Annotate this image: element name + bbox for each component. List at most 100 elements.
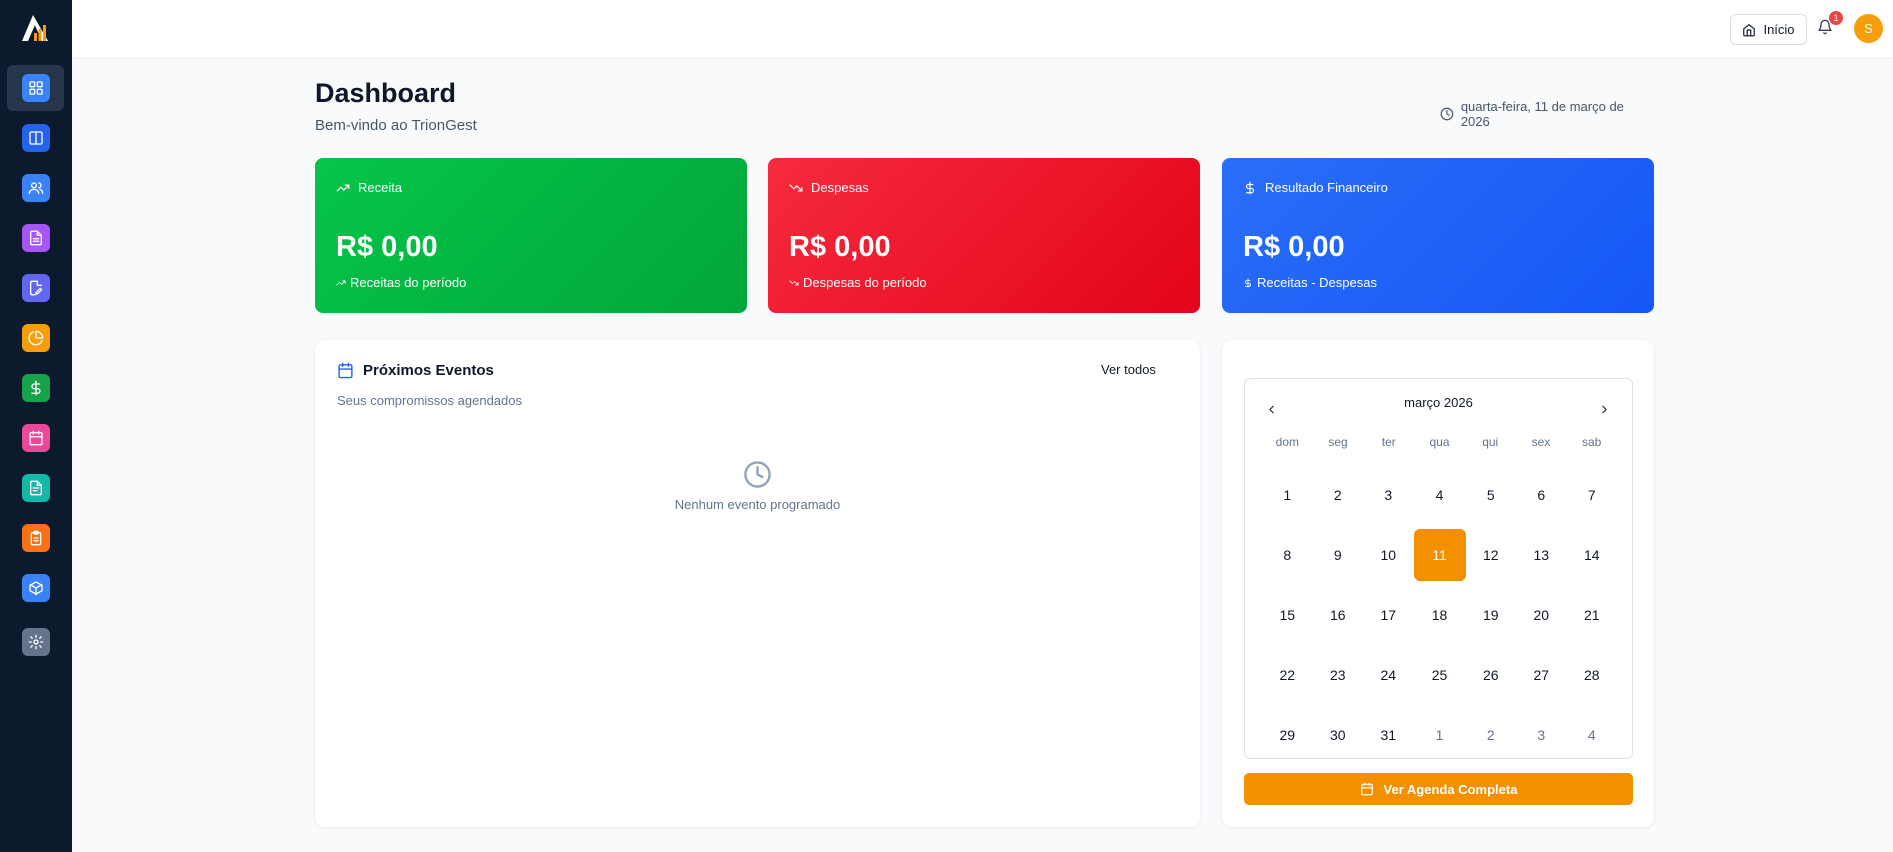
revenue-card: Receita R$ 0,00 Receitas do período bbox=[315, 158, 747, 313]
calendar-day[interactable]: 22 bbox=[1262, 645, 1313, 705]
topbar bbox=[72, 0, 1893, 59]
sidebar bbox=[0, 0, 72, 852]
calendar-day-number: 4 bbox=[1435, 487, 1444, 503]
sidebar-item-tasks[interactable] bbox=[7, 515, 64, 561]
calendar-day-number: 19 bbox=[1482, 607, 1499, 623]
calendar-day-number: 8 bbox=[1283, 547, 1292, 563]
home-icon bbox=[1743, 23, 1756, 36]
next-month-button[interactable] bbox=[1592, 397, 1616, 421]
calendar-day[interactable]: 8 bbox=[1262, 525, 1313, 585]
calendar-day[interactable]: 6 bbox=[1516, 465, 1567, 525]
calendar-icon bbox=[338, 362, 353, 379]
calendar-day[interactable]: 30 bbox=[1313, 705, 1364, 765]
sidebar-item-users[interactable] bbox=[7, 165, 64, 211]
full-agenda-button[interactable]: Ver Agenda Completa bbox=[1244, 773, 1633, 805]
sidebar-item-edit-documents[interactable] bbox=[7, 265, 64, 311]
sidebar-item-products[interactable] bbox=[7, 565, 64, 611]
weekday-label: qui bbox=[1482, 435, 1499, 449]
expenses-card: Despesas R$ 0,00 Despesas do período bbox=[768, 158, 1200, 313]
calendar-day-number: 1 bbox=[1435, 727, 1444, 743]
calendar-day[interactable]: 4 bbox=[1567, 705, 1618, 765]
calendar-day-number: 28 bbox=[1583, 667, 1600, 683]
page-subtitle: Bem-vindo ao TrionGest bbox=[315, 117, 477, 134]
calendar-day-number: 15 bbox=[1279, 607, 1296, 623]
trending-down-small-icon bbox=[789, 280, 799, 285]
result-card: Resultado Financeiro R$ 0,00 Receitas - … bbox=[1222, 158, 1654, 313]
calendar-day-number: 26 bbox=[1482, 667, 1499, 683]
current-date-text: quarta-feira, 11 de março de 2026 bbox=[1460, 99, 1624, 129]
calendar-day[interactable]: 27 bbox=[1516, 645, 1567, 705]
calendar-day[interactable]: 2 bbox=[1313, 465, 1364, 525]
calendar-day-number: 6 bbox=[1537, 487, 1546, 503]
calendar-day[interactable]: 3 bbox=[1363, 465, 1414, 525]
calendar-day[interactable]: 31 bbox=[1363, 705, 1414, 765]
calendar-day[interactable]: 15 bbox=[1262, 585, 1313, 645]
user-avatar[interactable]: S bbox=[1854, 14, 1883, 43]
calendar-day[interactable]: 24 bbox=[1363, 645, 1414, 705]
calendar-day[interactable]: 13 bbox=[1516, 525, 1567, 585]
see-all-link[interactable]: Ver todos bbox=[1101, 362, 1156, 377]
calendar-day[interactable]: 16 bbox=[1313, 585, 1364, 645]
calendar-day-number: 31 bbox=[1380, 727, 1397, 743]
calendar-day[interactable]: 26 bbox=[1466, 645, 1517, 705]
sidebar-item-panels[interactable] bbox=[7, 115, 64, 161]
calendar-day-number: 16 bbox=[1329, 607, 1346, 623]
trending-down-icon bbox=[789, 184, 803, 191]
calendar-day-number: 3 bbox=[1384, 487, 1393, 503]
calendar-day[interactable]: 5 bbox=[1466, 465, 1517, 525]
result-footer: Receitas - Despesas bbox=[1243, 275, 1377, 290]
dollar-icon bbox=[21, 374, 50, 402]
box-icon bbox=[21, 574, 50, 602]
sidebar-item-reports[interactable] bbox=[7, 315, 64, 361]
calendar-day[interactable]: 7 bbox=[1567, 465, 1618, 525]
calendar-day[interactable]: 18 bbox=[1414, 585, 1466, 645]
sidebar-item-files[interactable] bbox=[7, 465, 64, 511]
calendar-day[interactable]: 1 bbox=[1414, 705, 1466, 765]
settings-icon bbox=[21, 628, 50, 656]
sidebar-item-settings[interactable] bbox=[7, 619, 64, 665]
document-icon bbox=[21, 224, 50, 252]
calendar-day[interactable]: 17 bbox=[1363, 585, 1414, 645]
revenue-label: Receita bbox=[358, 180, 403, 195]
calendar-day[interactable]: 29 bbox=[1262, 705, 1313, 765]
revenue-footer-text: Receitas do período bbox=[350, 275, 467, 290]
calendar-day-number: 1 bbox=[1283, 487, 1292, 503]
home-button[interactable]: Início bbox=[1730, 14, 1807, 45]
calendar-day-number: 3 bbox=[1537, 727, 1546, 743]
clipboard-icon bbox=[21, 524, 50, 552]
calendar-day-number: 9 bbox=[1333, 547, 1342, 563]
calendar-day-today[interactable]: 11 bbox=[1413, 525, 1466, 585]
triongest-logo-icon[interactable] bbox=[20, 13, 50, 43]
result-value: R$ 0,00 bbox=[1243, 231, 1345, 263]
calendar-day[interactable]: 12 bbox=[1466, 525, 1517, 585]
calendar-day[interactable]: 19 bbox=[1466, 585, 1517, 645]
current-date: quarta-feira, 11 de março de 2026 bbox=[1440, 99, 1654, 129]
calendar-day[interactable]: 21 bbox=[1567, 585, 1618, 645]
calendar-day-number: 22 bbox=[1279, 667, 1296, 683]
calendar-day[interactable]: 2 bbox=[1466, 705, 1517, 765]
calendar-day-number: 30 bbox=[1329, 727, 1346, 743]
chevron-right-icon bbox=[1601, 405, 1607, 413]
calendar-day-number: 27 bbox=[1533, 667, 1550, 683]
calendar-day[interactable]: 9 bbox=[1313, 525, 1364, 585]
edit-document-icon bbox=[21, 274, 50, 302]
calendar-day[interactable]: 23 bbox=[1313, 645, 1364, 705]
calendar-day[interactable]: 4 bbox=[1414, 465, 1466, 525]
expenses-card-header: Despesas bbox=[789, 180, 869, 195]
calendar-month-label: março 2026 bbox=[1404, 395, 1473, 410]
calendar-days: 1 2 3 4 5 6 7 8 9 10 11 12 13 14 15 16 17 18 19 20 21 22 23 24 2… bbox=[1262, 465, 1617, 765]
calendar-day[interactable]: 3 bbox=[1516, 705, 1567, 765]
calendar-day[interactable]: 10 bbox=[1363, 525, 1414, 585]
calendar-day[interactable]: 1 bbox=[1262, 465, 1313, 525]
calendar-day[interactable]: 14 bbox=[1567, 525, 1618, 585]
upcoming-events-header: Próximos Eventos bbox=[337, 362, 494, 379]
trending-up-icon bbox=[336, 184, 350, 191]
sidebar-item-documents[interactable] bbox=[7, 215, 64, 261]
calendar-day-number: 18 bbox=[1431, 607, 1448, 623]
calendar-day[interactable]: 28 bbox=[1567, 645, 1618, 705]
calendar-day[interactable]: 25 bbox=[1414, 645, 1466, 705]
sidebar-item-dashboard[interactable] bbox=[7, 65, 64, 111]
sidebar-item-finance[interactable] bbox=[7, 365, 64, 411]
calendar-day[interactable]: 20 bbox=[1516, 585, 1567, 645]
sidebar-item-calendar[interactable] bbox=[7, 415, 64, 461]
